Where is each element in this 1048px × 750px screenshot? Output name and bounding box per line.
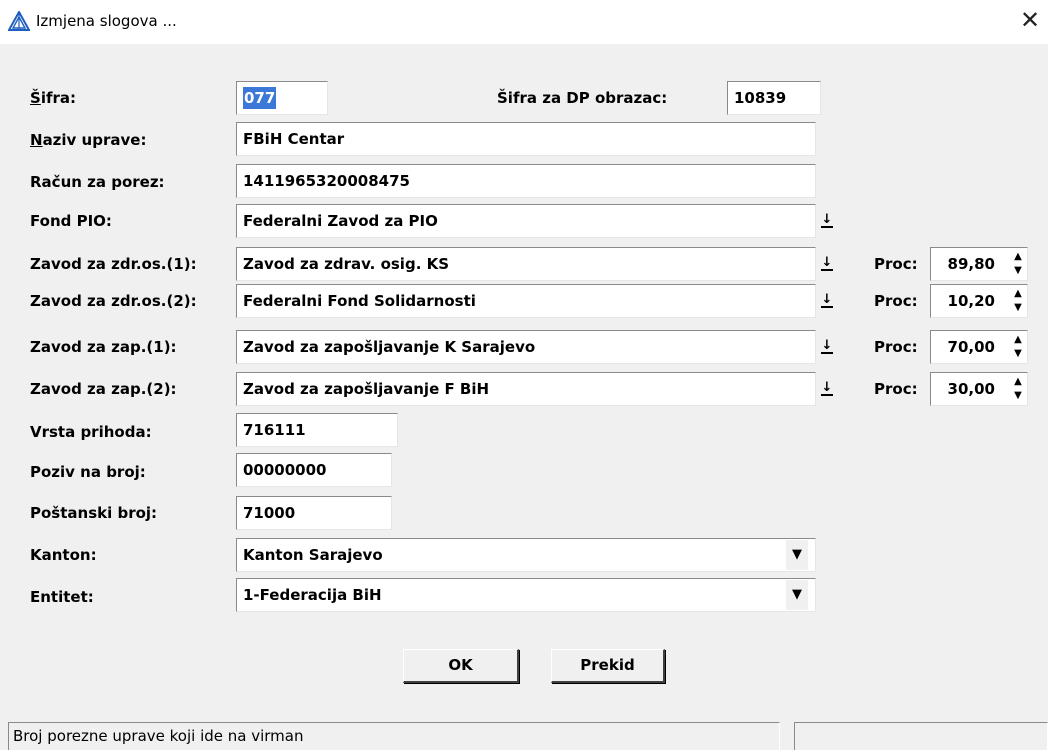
postanski-label: Poštanski broj: bbox=[30, 504, 158, 522]
dropdown-arrow-icon: ↓ bbox=[820, 292, 834, 308]
zdr2-label: Zavod za zdr.os.(2): bbox=[30, 292, 197, 310]
zap2-proc-value: 30,00 bbox=[947, 380, 995, 398]
zdr1-proc-value: 89,80 bbox=[947, 255, 995, 273]
chevron-down-icon[interactable]: ▼ bbox=[786, 580, 808, 610]
zdr1-dropdown-button[interactable]: ↓ bbox=[816, 251, 838, 277]
app-logo-icon bbox=[8, 11, 30, 31]
postanski-input[interactable]: 71000 bbox=[236, 496, 392, 530]
zdr2-input[interactable]: Federalni Fond Solidarnosti bbox=[236, 284, 816, 318]
dropdown-arrow-icon: ↓ bbox=[820, 380, 834, 396]
zap1-label: Zavod za zap.(1): bbox=[30, 338, 177, 356]
vrsta-prihoda-label: Vrsta prihoda: bbox=[30, 423, 152, 441]
zdr2-proc-label: Proc: bbox=[874, 292, 918, 310]
naziv-label: Naziv uprave: bbox=[30, 131, 147, 149]
spinner-icon[interactable]: ▲ ▼ bbox=[1011, 250, 1025, 278]
sifra-label: Šifra: bbox=[30, 89, 76, 107]
poziv-input[interactable]: 00000000 bbox=[236, 453, 392, 487]
dropdown-arrow-icon: ↓ bbox=[820, 255, 834, 271]
status-text: Broj porezne uprave koji ide na virman bbox=[8, 722, 780, 750]
close-icon[interactable]: ✕ bbox=[1020, 8, 1040, 32]
zap2-proc-label: Proc: bbox=[874, 380, 918, 398]
title-bar: Izmjena slogova ... ✕ bbox=[0, 0, 1048, 44]
zdr1-proc-label: Proc: bbox=[874, 255, 918, 273]
sifra-input[interactable]: 077 bbox=[236, 81, 328, 115]
spinner-icon[interactable]: ▲ ▼ bbox=[1011, 287, 1025, 315]
zdr1-label: Zavod za zdr.os.(1): bbox=[30, 255, 197, 273]
dp-obrazac-input[interactable]: 10839 bbox=[727, 81, 821, 115]
zap1-proc-input[interactable]: 70,00 ▲ ▼ bbox=[930, 330, 1028, 364]
zap2-dropdown-button[interactable]: ↓ bbox=[816, 376, 838, 402]
zap2-input[interactable]: Zavod za zapošljavanje F BiH bbox=[236, 372, 816, 406]
status-panel-right bbox=[794, 722, 1048, 750]
zdr2-proc-value: 10,20 bbox=[947, 292, 995, 310]
chevron-down-icon[interactable]: ▼ bbox=[786, 540, 808, 570]
fond-pio-label: Fond PIO: bbox=[30, 212, 112, 230]
entitet-select[interactable]: 1-Federacija BiH bbox=[236, 578, 816, 612]
zap2-proc-input[interactable]: 30,00 ▲ ▼ bbox=[930, 372, 1028, 406]
zap2-label: Zavod za zap.(2): bbox=[30, 380, 177, 398]
dropdown-arrow-icon: ↓ bbox=[820, 212, 834, 228]
zap1-proc-label: Proc: bbox=[874, 338, 918, 356]
fond-pio-dropdown-button[interactable]: ↓ bbox=[816, 208, 838, 234]
zap1-proc-value: 70,00 bbox=[947, 338, 995, 356]
cancel-button[interactable]: Prekid bbox=[551, 649, 665, 683]
window-title: Izmjena slogova ... bbox=[36, 12, 177, 30]
spinner-icon[interactable]: ▲ ▼ bbox=[1011, 333, 1025, 361]
dp-obrazac-label: Šifra za DP obrazac: bbox=[497, 89, 668, 107]
entitet-label: Entitet: bbox=[30, 588, 94, 606]
racun-input[interactable]: 1411965320008475 bbox=[236, 164, 816, 198]
zdr1-input[interactable]: Zavod za zdrav. osig. KS bbox=[236, 247, 816, 281]
fond-pio-input[interactable]: Federalni Zavod za PIO bbox=[236, 204, 816, 238]
zdr2-dropdown-button[interactable]: ↓ bbox=[816, 288, 838, 314]
zap1-input[interactable]: Zavod za zapošljavanje K Sarajevo bbox=[236, 330, 816, 364]
poziv-label: Poziv na broj: bbox=[30, 463, 146, 481]
dropdown-arrow-icon: ↓ bbox=[820, 338, 834, 354]
zap1-dropdown-button[interactable]: ↓ bbox=[816, 334, 838, 360]
zdr2-proc-input[interactable]: 10,20 ▲ ▼ bbox=[930, 284, 1028, 318]
naziv-input[interactable]: FBiH Centar bbox=[236, 122, 816, 156]
kanton-select[interactable]: Kanton Sarajevo bbox=[236, 538, 816, 572]
kanton-label: Kanton: bbox=[30, 546, 97, 564]
zdr1-proc-input[interactable]: 89,80 ▲ ▼ bbox=[930, 247, 1028, 281]
ok-button[interactable]: OK bbox=[403, 649, 519, 683]
vrsta-prihoda-input[interactable]: 716111 bbox=[236, 413, 398, 447]
spinner-icon[interactable]: ▲ ▼ bbox=[1011, 375, 1025, 403]
racun-label: Račun za porez: bbox=[30, 173, 165, 191]
